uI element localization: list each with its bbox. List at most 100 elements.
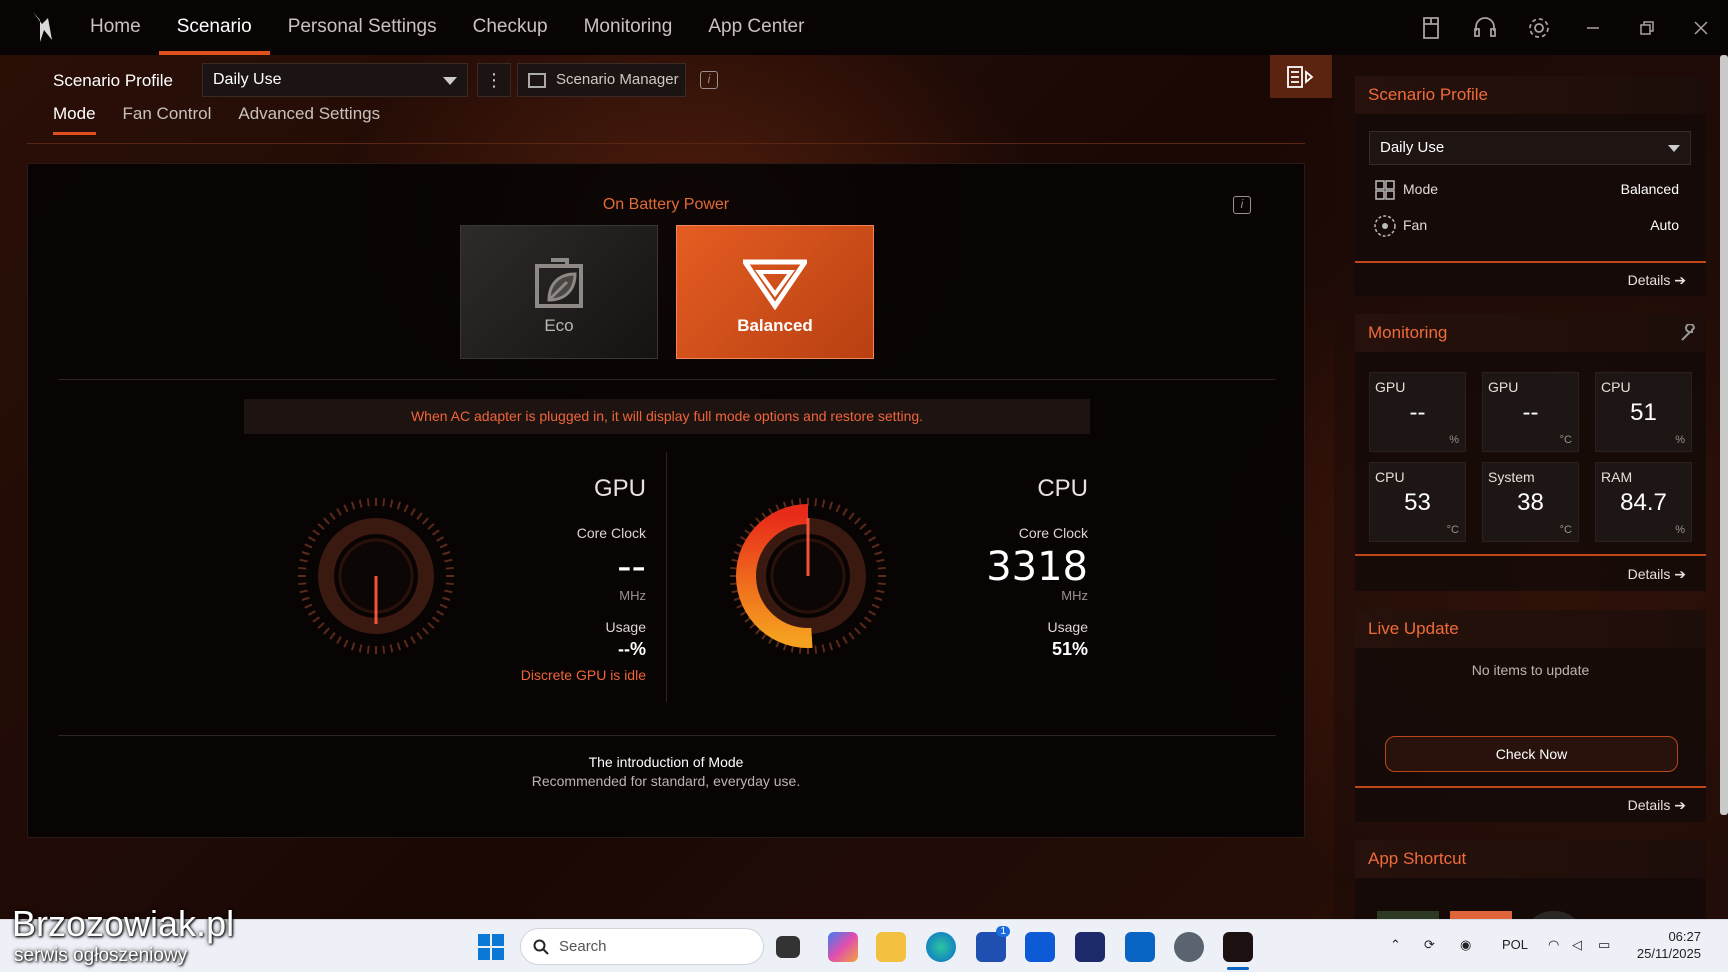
gauge-tick [323, 627, 330, 635]
scenario-profile-card: Scenario Profile Daily Use Mode Balanced… [1355, 76, 1706, 296]
watermark-title: Brzozowiak.pl [12, 903, 235, 944]
profile-mode-label: Mode [1403, 181, 1439, 197]
gauge-tick [868, 610, 877, 616]
info-icon[interactable]: i [1233, 196, 1251, 214]
gpu-usage-label: Usage [605, 619, 646, 635]
collapse-sidebar-button[interactable] [1270, 55, 1332, 98]
subtab-mode[interactable]: Mode [53, 104, 96, 135]
predator-sense-icon[interactable] [1223, 932, 1253, 970]
live-update-details-link[interactable]: Details ➔ [1628, 797, 1686, 814]
gauge-tick [403, 504, 409, 513]
cpu-clock-label: Core Clock [1018, 525, 1088, 541]
gauge-tick [436, 536, 445, 542]
tab-personal-settings[interactable]: Personal Settings [270, 0, 455, 55]
gauge-tick [444, 558, 453, 563]
cpu-usage-value: 51% [1051, 639, 1088, 659]
tab-checkup[interactable]: Checkup [455, 0, 566, 55]
tab-monitoring[interactable]: Monitoring [566, 0, 691, 55]
gauge-tick [848, 512, 855, 520]
monitoring-card-title: Monitoring [1355, 314, 1706, 352]
gear-icon[interactable] [1512, 0, 1566, 55]
volume-icon[interactable]: ◁ [1572, 937, 1582, 953]
profile-mode-row[interactable]: Mode Balanced [1369, 174, 1691, 204]
more-options-button[interactable]: ⋮ [477, 63, 511, 97]
subtab-advanced-settings[interactable]: Advanced Settings [238, 104, 380, 135]
gauge-tick [871, 603, 880, 609]
gauge-tick [821, 499, 826, 508]
profile-fan-row[interactable]: Fan Auto [1369, 210, 1691, 240]
dropbox-icon[interactable] [1025, 932, 1055, 962]
gauge-tick [444, 589, 453, 594]
gauge-tick [876, 558, 885, 563]
gpu-idle-status: Discrete GPU is idle [520, 667, 646, 683]
sync-icon[interactable]: ⟳ [1424, 937, 1435, 953]
tab-home[interactable]: Home [72, 0, 159, 55]
main-nav: Home Scenario Personal Settings Checkup … [72, 0, 822, 55]
cpu-usage-label: Usage [1047, 619, 1088, 635]
monitor-tile-ram-usage: RAM 84.7% [1595, 462, 1692, 542]
live-update-card-title: Live Update [1355, 610, 1706, 648]
info-icon[interactable]: i [700, 71, 718, 89]
task-view-icon[interactable] [776, 936, 800, 958]
profile-details-link[interactable]: Details ➔ [1628, 272, 1686, 289]
eco-mode-button[interactable]: Eco [460, 225, 658, 359]
profile-mode-value: Balanced [1620, 181, 1679, 197]
settings-icon[interactable] [1174, 932, 1204, 962]
copilot-icon[interactable] [828, 932, 858, 962]
taskbar-clock[interactable]: 06:27 25/11/2025 [1637, 928, 1701, 962]
minimize-icon[interactable] [1566, 0, 1620, 55]
language-indicator[interactable]: POL [1502, 937, 1528, 952]
monitoring-details-link[interactable]: Details ➔ [1628, 566, 1686, 583]
sidebar-scrollbar[interactable] [1720, 55, 1728, 815]
file-explorer-icon[interactable] [876, 932, 906, 962]
close-icon[interactable] [1674, 0, 1728, 55]
wrench-icon[interactable] [1680, 324, 1698, 342]
gauge-tick [874, 596, 883, 602]
gauge-tick [382, 498, 386, 507]
cpu-title: CPU [1037, 475, 1088, 502]
gauge-tick [329, 632, 336, 640]
gauge-tick [382, 645, 386, 654]
security-icon[interactable]: ◉ [1460, 937, 1471, 953]
gauge-tick [871, 543, 880, 549]
headset-icon[interactable] [1458, 0, 1512, 55]
sidebar-profile-select[interactable]: Daily Use [1369, 131, 1691, 165]
live-update-card: Live Update No items to update Check Now… [1355, 610, 1706, 822]
gauge-tick [298, 582, 307, 586]
gauge-tick [854, 517, 861, 525]
gauge-tick [835, 639, 841, 648]
gauge-tick [877, 566, 886, 570]
scenario-profile-select[interactable]: Daily Use [202, 63, 468, 97]
gauge-tick [868, 536, 877, 542]
windows-taskbar: Search 1 ⌃ ⟳ ◉ POL ◠ ◁ ▭ 06:27 25/11/2025 [0, 919, 1728, 972]
battery-icon[interactable]: ▭ [1598, 937, 1610, 953]
tab-scenario[interactable]: Scenario [158, 0, 270, 55]
cpu-clock-value: 3318 [986, 544, 1088, 590]
scenario-manager-button[interactable]: Scenario Manager [517, 63, 686, 97]
monitor-tile-gpu-temp: GPU -- °C [1482, 372, 1579, 452]
windows-start-icon[interactable] [476, 932, 506, 962]
balanced-mode-button[interactable]: Balanced [676, 225, 874, 359]
store-icon[interactable]: 1 [976, 926, 1010, 962]
edge-icon[interactable] [926, 932, 956, 962]
ac-adapter-notice: When AC adapter is plugged in, it will d… [244, 399, 1090, 434]
restore-icon[interactable] [1620, 0, 1674, 55]
gauge-tick [317, 523, 325, 530]
gauge-tick [343, 504, 349, 513]
check-now-button[interactable]: Check Now [1385, 736, 1678, 772]
outlook-icon[interactable] [1125, 932, 1155, 962]
monitoring-card: Monitoring GPU --% GPU -- °C CPU 51% CPU 53 °C… [1355, 314, 1706, 591]
wifi-icon[interactable]: ◠ [1548, 937, 1559, 953]
gauge-tick [336, 636, 342, 645]
gpu-clock-unit: MHz [619, 588, 646, 603]
balanced-mode-icon [743, 259, 807, 310]
keyboard-icon[interactable] [1404, 0, 1458, 55]
gauge-tick [876, 589, 885, 594]
chevron-up-icon[interactable]: ⌃ [1390, 937, 1401, 953]
app-icon[interactable] [1075, 932, 1105, 962]
subtab-fan-control[interactable]: Fan Control [123, 104, 212, 135]
taskbar-search[interactable]: Search [520, 928, 764, 965]
right-sidebar: Scenario Profile Daily Use Mode Balanced… [1334, 55, 1728, 941]
gauge-tick [864, 529, 872, 536]
tab-app-center[interactable]: App Center [690, 0, 822, 55]
